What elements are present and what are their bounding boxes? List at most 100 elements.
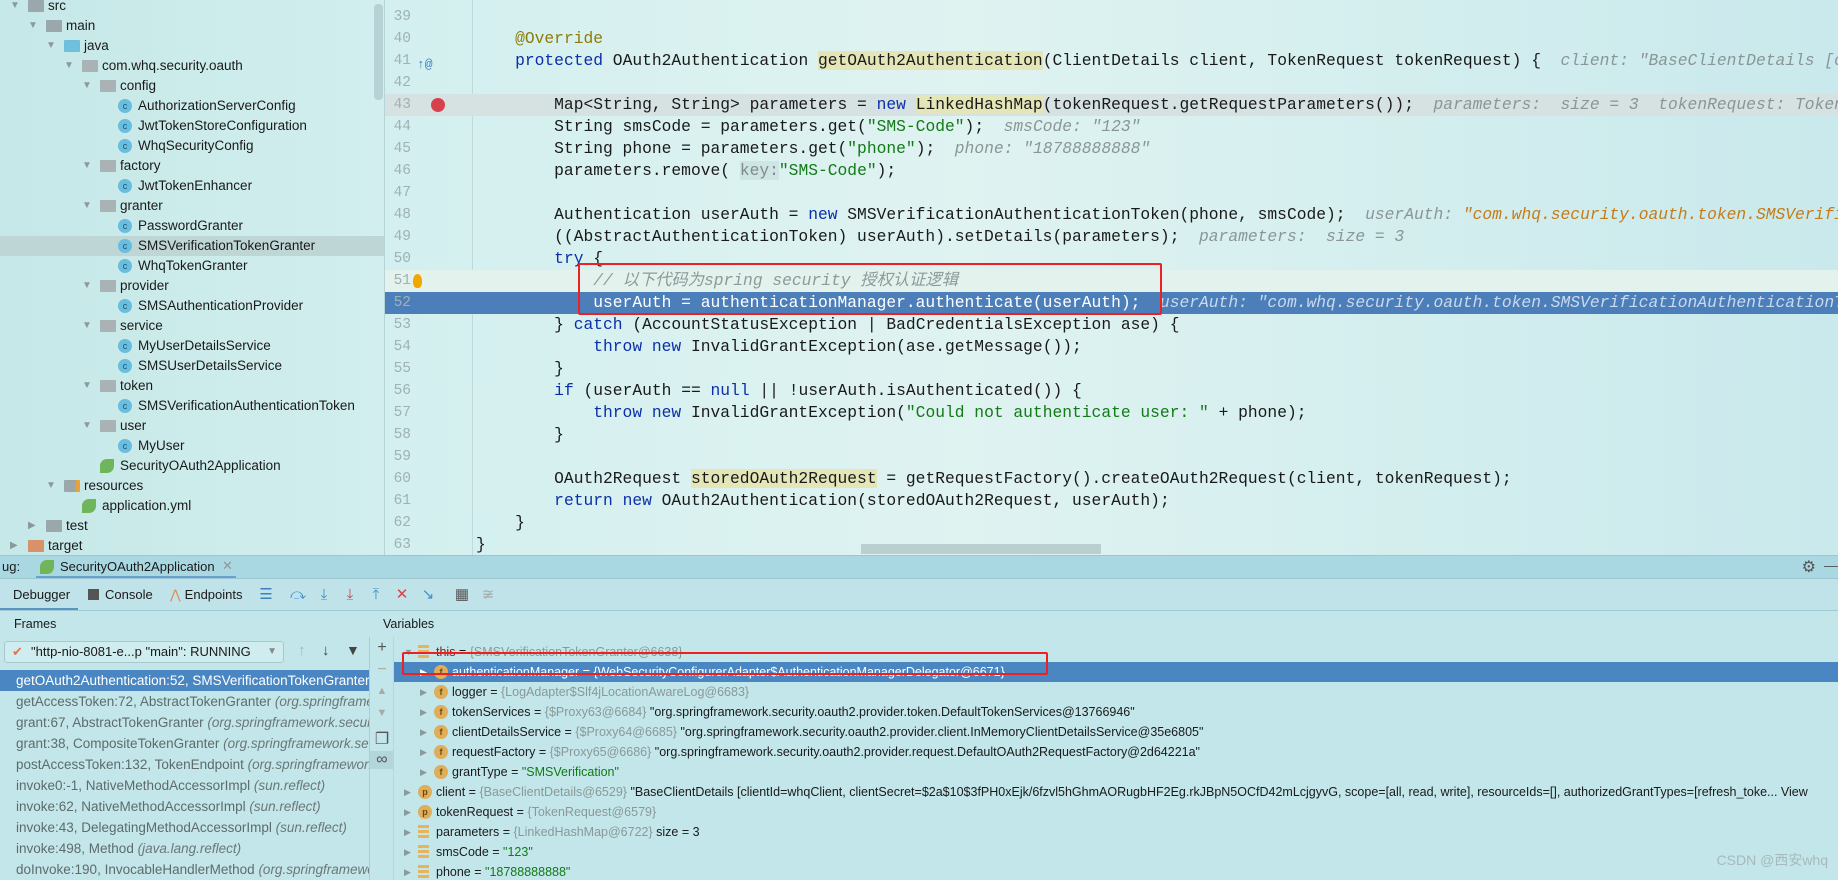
stack-frame[interactable]: grant:67, AbstractTokenGranter (org.spri… [0, 712, 369, 733]
tree-item[interactable]: c SMSAuthenticationProvider [0, 296, 384, 316]
code-line[interactable]: 58 } [385, 424, 1838, 446]
breakpoint-icon[interactable] [431, 98, 445, 112]
tree-item[interactable]: ▼ token [0, 376, 384, 396]
down-arrow-icon[interactable]: ↓ [322, 642, 330, 659]
run-to-cursor-icon[interactable]: ↘ [420, 587, 436, 603]
chevron-down-icon[interactable]: ▼ [82, 416, 94, 436]
step-out-icon[interactable]: ⤒ [368, 587, 384, 603]
tree-item[interactable]: SecurityOAuth2Application [0, 456, 384, 476]
tree-item[interactable]: ▼ java [0, 36, 384, 56]
tree-item[interactable]: c AuthorizationServerConfig [0, 96, 384, 116]
chevron-right-icon[interactable]: ▶ [28, 516, 40, 536]
tree-item[interactable]: ▼ provider [0, 276, 384, 296]
chevron-right-icon[interactable]: ▶ [404, 862, 411, 880]
tab-debugger[interactable]: Debugger [0, 579, 78, 610]
variable-row[interactable]: ▶ p client = {BaseClientDetails@6529} "Bas… [394, 782, 1838, 802]
tree-item[interactable]: application.yml [0, 496, 384, 516]
remove-watch-icon[interactable]: − [370, 661, 394, 679]
variable-row[interactable]: ▼ this = {SMSVerificationTokenGranter@663… [394, 642, 1838, 662]
code-line[interactable]: 50 try { [385, 248, 1838, 270]
code-line[interactable]: 62 } [385, 512, 1838, 534]
stack-frame[interactable]: invoke:62, NativeMethodAccessorImpl (sun… [0, 796, 369, 817]
tree-item[interactable]: ▼ resources [0, 476, 384, 496]
code-line[interactable]: 39 [385, 6, 1838, 28]
tree-item[interactable]: ▼ src [0, 0, 384, 16]
stack-frame[interactable]: grant:38, CompositeTokenGranter (org.spr… [0, 733, 369, 754]
code-line[interactable]: 57 throw new InvalidGrantException("Coul… [385, 402, 1838, 424]
variable-row[interactable]: ▶ f tokenServices = {$Proxy63@6684} "org.s… [394, 702, 1838, 722]
stack-frame[interactable]: getAccessToken:72, AbstractTokenGranter … [0, 691, 369, 712]
step-into-icon[interactable]: ⤓ [316, 587, 332, 603]
chevron-right-icon[interactable]: ▶ [10, 536, 22, 555]
step-over-icon[interactable]: ⤼ [290, 587, 306, 603]
session-tab[interactable]: SecurityOAuth2Application ✕ [36, 556, 236, 578]
chevron-down-icon[interactable]: ▼ [82, 376, 94, 396]
chevron-right-icon[interactable]: ▶ [420, 722, 427, 742]
stack-frame[interactable]: invoke0:-1, NativeMethodAccessorImpl (su… [0, 775, 369, 796]
tree-item[interactable]: c WhqSecurityConfig [0, 136, 384, 156]
code-line[interactable]: 42 [385, 72, 1838, 94]
code-line[interactable]: 45 String phone = parameters.get("phone"… [385, 138, 1838, 160]
tree-scrollbar[interactable] [374, 4, 383, 100]
add-watch-icon[interactable]: + [370, 639, 394, 657]
tree-item[interactable]: c JwtTokenStoreConfiguration [0, 116, 384, 136]
stack-frame[interactable]: postAccessToken:132, TokenEndpoint (org.… [0, 754, 369, 775]
chevron-right-icon[interactable]: ▶ [420, 682, 427, 702]
chevron-down-icon[interactable]: ▼ [82, 76, 94, 96]
tree-item[interactable]: ▼ granter [0, 196, 384, 216]
chevron-right-icon[interactable]: ▶ [420, 702, 427, 722]
tree-item[interactable]: ▼ config [0, 76, 384, 96]
tree-item[interactable]: c PasswordGranter [0, 216, 384, 236]
chevron-down-icon[interactable]: ▼ [28, 16, 40, 36]
force-step-into-icon[interactable]: ⤓ [342, 587, 358, 603]
tree-item[interactable]: ▼ factory [0, 156, 384, 176]
drop-frame-icon[interactable]: ✕ [394, 587, 410, 603]
tree-item[interactable]: ▼ main [0, 16, 384, 36]
chevron-down-icon[interactable]: ▼ [82, 276, 94, 296]
tree-item[interactable]: ▼ com.whq.security.oauth [0, 56, 384, 76]
code-line[interactable]: 49 ((AbstractAuthenticationToken) userAu… [385, 226, 1838, 248]
variable-row[interactable]: ▶ f logger = {LogAdapter$Slf4jLocationAwar… [394, 682, 1838, 702]
code-line[interactable]: 60 OAuth2Request storedOAuth2Request = g… [385, 468, 1838, 490]
variable-row[interactable]: ▶ f grantType = "SMSVerification" [394, 762, 1838, 782]
tab-console[interactable]: Console [88, 579, 158, 610]
override-icon[interactable]: ↑@ [417, 54, 433, 72]
variable-row[interactable]: ▶ parameters = {LinkedHashMap@6722} size … [394, 822, 1838, 842]
stack-frame[interactable]: invoke:43, DelegatingMethodAccessorImpl … [0, 817, 369, 838]
close-icon[interactable]: ✕ [222, 558, 233, 574]
move-up-icon[interactable]: ▲ [370, 685, 394, 697]
tree-item[interactable]: ▼ service [0, 316, 384, 336]
gear-icon[interactable]: ⚙ [1802, 557, 1816, 577]
up-arrow-icon[interactable]: ↑ [298, 642, 306, 659]
code-line[interactable]: 55 } [385, 358, 1838, 380]
stack-frame[interactable]: doInvoke:190, InvocableHandlerMethod (or… [0, 859, 369, 880]
copy-icon[interactable]: ❐ [370, 729, 394, 749]
watches-glasses-icon[interactable]: ∞ [370, 751, 394, 769]
tree-item[interactable]: c SMSUserDetailsService [0, 356, 384, 376]
tree-item[interactable]: c MyUser [0, 436, 384, 456]
chevron-right-icon[interactable]: ▶ [420, 762, 427, 782]
variable-row[interactable]: ▶ smsCode = "123" [394, 842, 1838, 862]
code-line[interactable]: 43 Map<String, String> parameters = new … [385, 94, 1838, 116]
thread-selector[interactable]: ✔ "http-nio-8081-e...p "main": RUNNING ▼ [4, 641, 284, 663]
code-line[interactable]: 59 [385, 446, 1838, 468]
code-line[interactable]: 40 @Override [385, 28, 1838, 50]
code-line[interactable]: 63} [385, 534, 1838, 555]
code-line[interactable]: 44 String smsCode = parameters.get("SMS-… [385, 116, 1838, 138]
chevron-down-icon[interactable]: ▼ [82, 156, 94, 176]
chevron-right-icon[interactable]: ▶ [404, 782, 411, 802]
layout-icon[interactable]: ☰ [258, 587, 274, 603]
tree-item[interactable]: c SMSVerificationAuthenticationToken [0, 396, 384, 416]
tree-item[interactable]: c JwtTokenEnhancer [0, 176, 384, 196]
lightbulb-icon[interactable] [413, 274, 422, 288]
filter-icon[interactable]: ▼ [346, 642, 360, 658]
tree-item[interactable]: ▶ test [0, 516, 384, 536]
code-editor[interactable]: 39 40 @Override 41 protected OAuth2Authent… [385, 0, 1838, 555]
chevron-down-icon[interactable]: ▼ [46, 476, 58, 496]
chevron-down-icon[interactable]: ▼ [82, 196, 94, 216]
trace-icon[interactable]: ≆ [480, 587, 496, 603]
code-line[interactable]: 54 throw new InvalidGrantException(ase.g… [385, 336, 1838, 358]
chevron-right-icon[interactable]: ▶ [420, 662, 427, 682]
chevron-right-icon[interactable]: ▶ [420, 742, 427, 762]
code-line[interactable]: 52 userAuth = authenticationManager.auth… [385, 292, 1838, 314]
